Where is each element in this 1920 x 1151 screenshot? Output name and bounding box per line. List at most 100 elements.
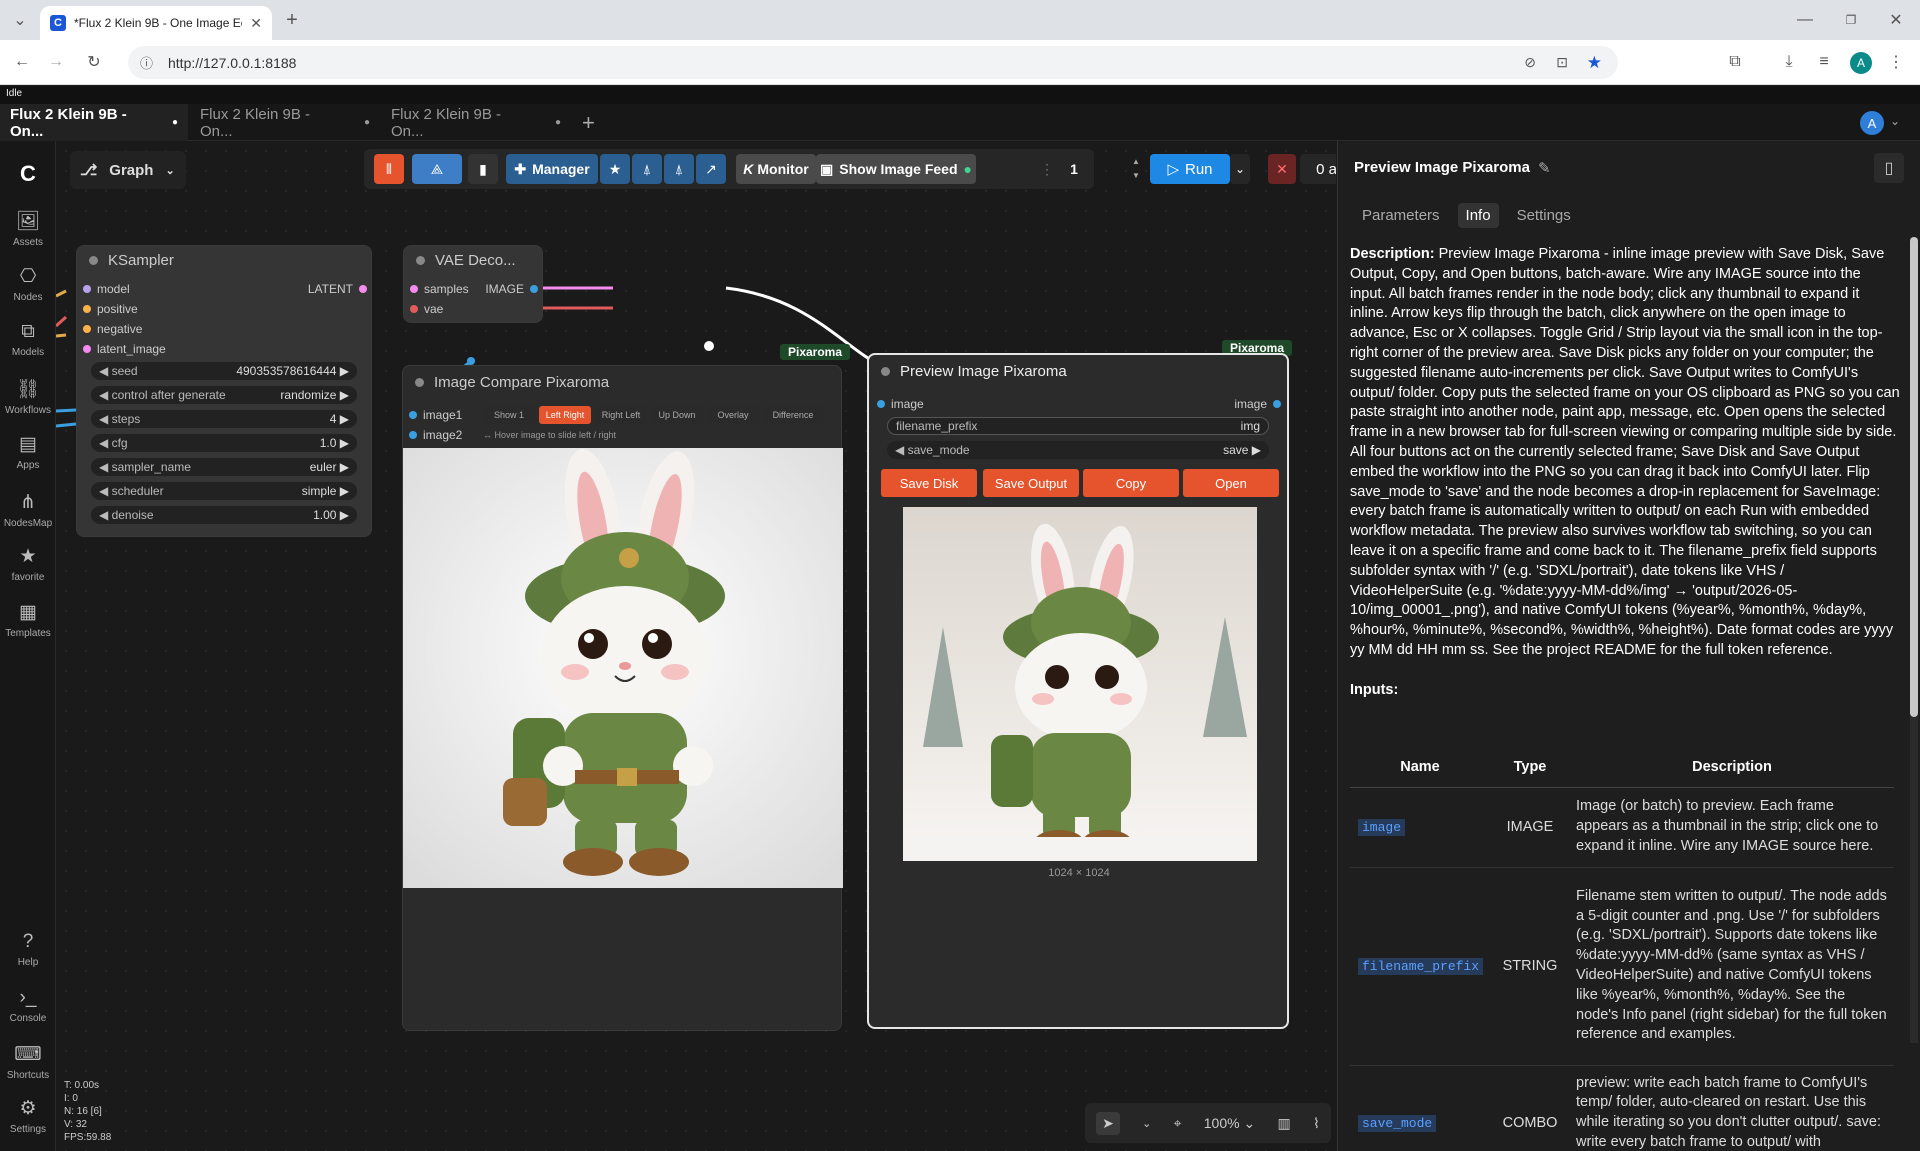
fit-view-icon[interactable]: ⌖ (1174, 1115, 1182, 1132)
output-slot-image[interactable]: image (1234, 397, 1281, 411)
pixaroma-logo-button[interactable]: ⟁ (412, 154, 462, 184)
downloads-icon[interactable]: ⤓ (1777, 50, 1801, 74)
install-app-icon[interactable]: ⊡ (1556, 54, 1568, 71)
denoise-widget[interactable]: ◀ denoise 1.00 ▶ (91, 506, 357, 524)
sidebar-item-nodesmap[interactable]: ⋔ NodesMap (0, 491, 56, 529)
image-compare-node[interactable]: Image Compare Pixaroma image1 image2 Sho… (402, 365, 843, 1031)
tab-parameters[interactable]: Parameters (1354, 203, 1448, 228)
no-tracking-icon[interactable]: ⊘ (1524, 54, 1536, 71)
sidebar-item-assets[interactable]: 🖼 Assets (0, 209, 56, 248)
scrollbar-thumb[interactable] (1910, 237, 1918, 717)
show-image-feed-button[interactable]: ▣ Show Image Feed ● (816, 154, 976, 184)
media-icon[interactable]: ≡ (1812, 50, 1836, 74)
scheduler-widget[interactable]: ◀ scheduler simple ▶ (91, 482, 357, 500)
edit-pencil-icon[interactable]: ✎ (1538, 159, 1551, 177)
restore-icon[interactable]: ❐ (1839, 8, 1863, 32)
sidebar-item-favorite[interactable]: ★ favorite (0, 545, 56, 583)
select-mode-icon[interactable]: ➤ (1096, 1111, 1120, 1135)
zoom-level[interactable]: 100% ⌄ (1204, 1115, 1255, 1132)
open-button[interactable]: Open (1183, 469, 1279, 497)
sidebar-item-settings[interactable]: ⚙ Settings (0, 1097, 56, 1135)
preview-image[interactable] (903, 507, 1257, 861)
save-output-button[interactable]: Save Output (983, 469, 1079, 497)
reload-icon[interactable]: ↻ (82, 50, 106, 74)
input-slot-samples[interactable]: samples (410, 282, 469, 296)
new-tab-icon[interactable]: + (280, 8, 304, 32)
user-menu-chevron-icon[interactable]: ⌄ (1890, 114, 1900, 128)
input-slot-positive[interactable]: positive (83, 302, 138, 316)
sidebar-item-models[interactable]: ⧉ Models (0, 321, 56, 358)
output-slot-image[interactable]: IMAGE (485, 282, 538, 296)
comfy-logo-icon[interactable]: C (0, 161, 56, 187)
bookmark-button[interactable]: ▮ (468, 154, 498, 184)
close-window-icon[interactable]: ✕ (1884, 8, 1908, 32)
input-slot-vae[interactable]: vae (410, 302, 443, 316)
tool-b-button[interactable]: ⍋ (664, 154, 694, 184)
profile-avatar[interactable]: A (1850, 52, 1872, 74)
panel-scrollbar[interactable] (1910, 237, 1918, 1043)
new-workflow-tab-icon[interactable]: + (582, 110, 595, 136)
input-slot-model[interactable]: model (83, 282, 130, 296)
sidebar-item-templates[interactable]: ▦ Templates (0, 601, 56, 639)
pixaroma-audio-button[interactable]: ⦀ (374, 154, 404, 184)
minimize-icon[interactable]: — (1793, 8, 1817, 32)
filename-prefix-field[interactable]: filename_prefix img (887, 417, 1269, 435)
input-slot-image2[interactable]: image2 (409, 428, 462, 442)
output-slot-latent[interactable]: LATENT (308, 282, 367, 296)
node-collapse-dot[interactable] (89, 255, 98, 265)
sidebar-item-workflows[interactable]: ⛓ Workflows (0, 377, 56, 416)
tab-search-icon[interactable]: ⌄ (8, 8, 32, 32)
node-collapse-dot[interactable] (881, 366, 890, 376)
save-disk-button[interactable]: Save Disk (881, 469, 977, 497)
batch-stepper-icon[interactable]: ▲ ▼ (1132, 155, 1140, 183)
extensions-icon[interactable]: ⧉ (1723, 50, 1747, 74)
run-button[interactable]: ▷ Run (1150, 154, 1230, 184)
user-avatar[interactable]: A (1860, 111, 1884, 135)
browser-tab[interactable]: C *Flux 2 Klein 9B - One Image Ec ✕ (40, 6, 272, 40)
input-slot-latent[interactable]: latent_image (83, 342, 166, 356)
bookmark-star-icon[interactable]: ★ (1587, 53, 1602, 73)
url-input[interactable]: ⓘ http://127.0.0.1:8188 ★ ⊡ ⊘ (128, 46, 1618, 79)
preview-image-node[interactable]: Preview Image Pixaroma image image filen… (867, 353, 1289, 1029)
sidebar-item-shortcuts[interactable]: ⌨ Shortcuts (0, 1043, 56, 1081)
active-queue-indicator[interactable]: 0 active (1300, 154, 1336, 184)
graph-mode-selector[interactable]: ⎇ Graph ⌄ (70, 151, 186, 189)
sidebar-item-console[interactable]: ›_ Console (0, 987, 56, 1024)
tab-info[interactable]: Info (1457, 203, 1499, 228)
run-options-chevron-icon[interactable]: ⌄ (1230, 154, 1250, 184)
input-slot-image1[interactable]: image1 (409, 408, 462, 422)
mode-up-down-button[interactable]: Up Down (651, 406, 703, 424)
input-slot-negative[interactable]: negative (83, 322, 142, 336)
minimap-icon[interactable]: ▥ (1277, 1115, 1290, 1132)
monitor-button[interactable]: K Monitor (736, 154, 816, 184)
batch-count-input[interactable]: 1 (1054, 154, 1094, 184)
tool-a-button[interactable]: ⍋ (632, 154, 662, 184)
back-icon[interactable]: ← (10, 50, 34, 74)
tab-settings[interactable]: Settings (1509, 203, 1579, 228)
sidebar-item-apps[interactable]: ▤ Apps (0, 433, 56, 471)
save-mode-select[interactable]: ◀ save_mode save ▶ (887, 441, 1269, 459)
manager-button[interactable]: ✚ Manager (506, 154, 598, 184)
cancel-button[interactable]: ✕ (1268, 154, 1296, 184)
close-tab-icon[interactable]: ✕ (250, 15, 262, 32)
sampler-name-widget[interactable]: ◀ sampler_name euler ▶ (91, 458, 357, 476)
graph-canvas[interactable]: ⎇ Graph ⌄ ⦀ ⟁ ▮ ✚ Manager ★ ⍋ ⍋ ↗ K Monitor … (56, 141, 1336, 1151)
browser-menu-icon[interactable]: ⋮ (1884, 50, 1908, 74)
seed-widget[interactable]: ◀ seed 490353578616444 ▶ (91, 362, 357, 380)
hide-links-icon[interactable]: ⌇ (1313, 1115, 1320, 1132)
steps-widget[interactable]: ◀ steps 4 ▶ (91, 410, 357, 428)
workflow-tab-2[interactable]: Flux 2 Klein 9B - On... ● (190, 104, 380, 141)
mode-left-right-button[interactable]: Left Right (539, 406, 591, 424)
forward-icon[interactable]: → (44, 50, 68, 74)
input-slot-image[interactable]: image (877, 397, 924, 411)
sidebar-item-nodes[interactable]: ⎔ Nodes (0, 265, 56, 303)
favorites-button[interactable]: ★ (600, 154, 630, 184)
mode-chevron-icon[interactable]: ⌄ (1142, 1117, 1151, 1130)
mode-difference-button[interactable]: Difference (763, 406, 823, 424)
copy-button[interactable]: Copy (1083, 469, 1179, 497)
node-collapse-dot[interactable] (415, 377, 424, 387)
node-collapse-dot[interactable] (416, 255, 425, 265)
compare-image[interactable] (403, 448, 843, 888)
mode-overlay-button[interactable]: Overlay (707, 406, 759, 424)
sidebar-item-help[interactable]: ? Help (0, 931, 56, 968)
